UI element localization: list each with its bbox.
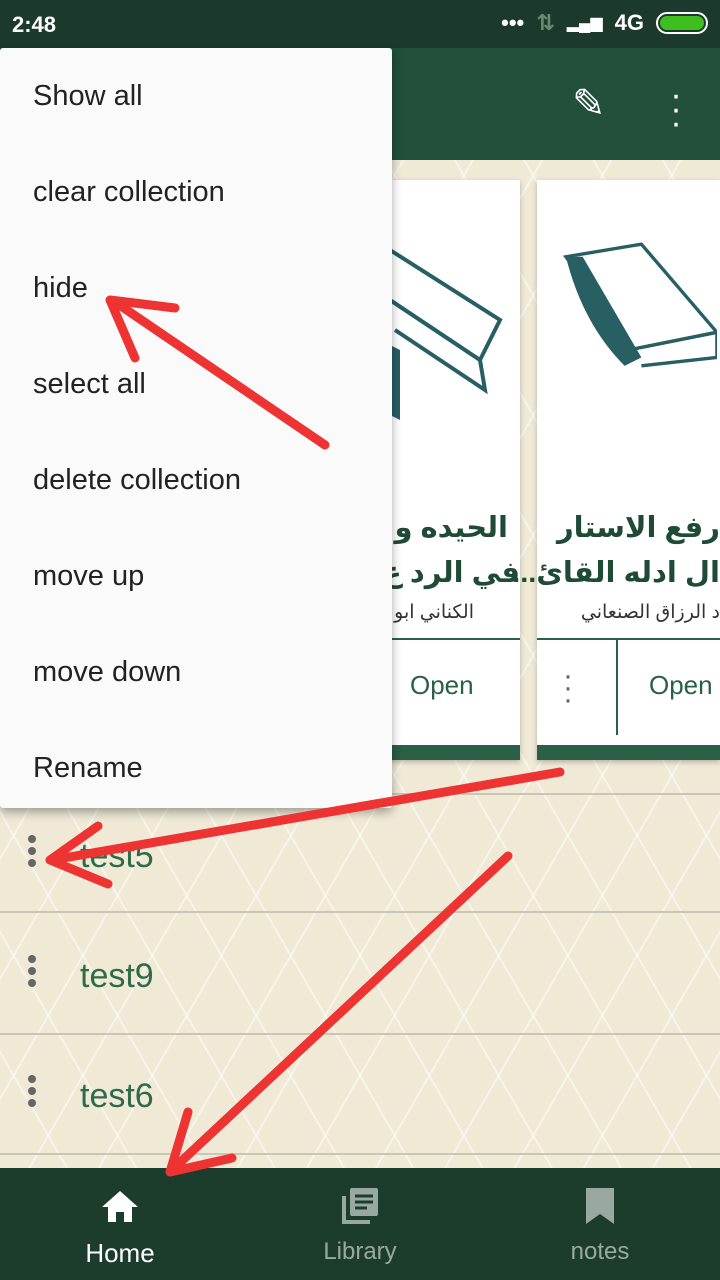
menu-item-rename[interactable]: Rename <box>0 720 392 816</box>
open-button[interactable]: Open <box>410 670 474 701</box>
nav-notes[interactable]: notes <box>480 1168 720 1280</box>
library-icon <box>342 1188 378 1224</box>
pencil-icon[interactable]: ✎ <box>572 80 606 128</box>
more-vert-icon[interactable] <box>28 955 42 991</box>
more-vert-icon[interactable] <box>28 1075 42 1111</box>
status-time: 2:48 <box>12 12 57 37</box>
menu-item-clear-collection[interactable]: clear collection <box>0 144 392 240</box>
menu-item-move-down[interactable]: move down <box>0 624 392 720</box>
book-title-line2: في الرد ع <box>381 557 520 589</box>
data-arrows-icon: ⇅ <box>536 10 555 35</box>
book-title-line2: ال ادله القائ... <box>512 557 720 589</box>
collection-row[interactable]: test6 <box>0 1035 720 1155</box>
menu-item-move-up[interactable]: move up <box>0 528 392 624</box>
divider <box>616 640 618 735</box>
bookmark-icon <box>586 1188 614 1224</box>
card-footer <box>537 745 720 760</box>
overflow-menu: Show all clear collection hide select al… <box>0 48 392 808</box>
collection-label: test5 <box>80 837 154 875</box>
more-vert-icon[interactable]: · · · <box>563 661 573 715</box>
home-icon <box>102 1191 138 1222</box>
book-icon <box>380 246 503 420</box>
book-title: الحيده و <box>394 512 508 544</box>
menu-item-delete-collection[interactable]: delete collection <box>0 432 392 528</box>
collection-label: test6 <box>80 1077 154 1115</box>
book-title: رفع الاستار <box>556 512 720 544</box>
signal-icon: ▂▄▆ <box>566 15 603 32</box>
divider <box>537 638 720 640</box>
menu-item-hide[interactable]: hide <box>0 240 392 336</box>
menu-item-select-all[interactable]: select all <box>0 336 392 432</box>
more-vert-icon[interactable]: · · · <box>668 78 684 140</box>
network-type: 4G <box>614 10 644 35</box>
book-card[interactable]: رفع الاستار ال ادله القائ... د الرزاق ال… <box>512 180 720 760</box>
bottom-navigation: Home Library notes <box>0 1168 720 1280</box>
status-bar: 2:48 ••• ⇅ ▂▄▆ 4G <box>0 0 720 48</box>
book-author: د الرزاق الصنعاني <box>580 602 720 623</box>
battery-icon <box>656 12 708 34</box>
book-icon <box>562 242 717 368</box>
open-button[interactable]: Open <box>649 670 713 701</box>
collection-row[interactable]: test9 <box>0 915 720 1035</box>
nav-label: Home <box>85 1238 155 1268</box>
collection-label: test9 <box>80 957 154 995</box>
menu-item-show-all[interactable]: Show all <box>0 48 392 144</box>
more-vert-icon[interactable] <box>28 835 42 871</box>
dots-icon: ••• <box>501 10 525 35</box>
nav-library[interactable]: Library <box>240 1168 480 1280</box>
nav-home[interactable]: Home <box>0 1168 240 1280</box>
nav-label: notes <box>570 1238 630 1265</box>
nav-label: Library <box>323 1238 397 1265</box>
book-author: الكناني ابو <box>394 602 474 623</box>
